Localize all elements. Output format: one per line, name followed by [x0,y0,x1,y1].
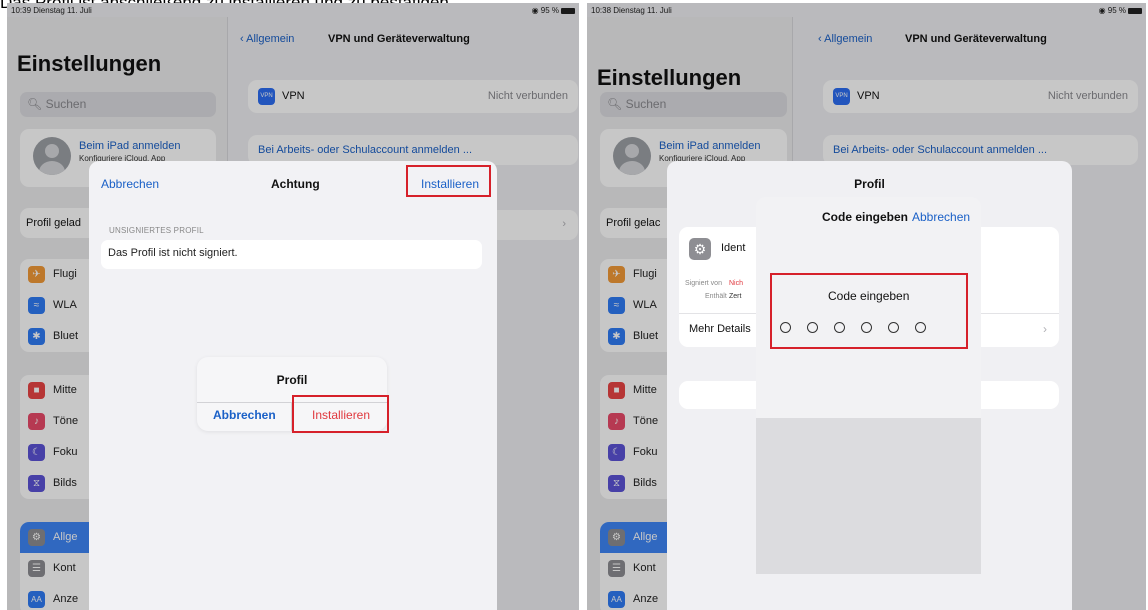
passcode-cancel-button[interactable]: Abbrechen [912,210,970,224]
passcode-sheet: Code eingeben Abbrechen Code eingeben [756,197,981,574]
signed-by-value: Nich [729,280,744,287]
profile-sheet-title: Profil [854,177,885,191]
sheet-cancel-button[interactable]: Abbrechen [101,177,159,191]
highlight-box [406,165,491,197]
section-label: UNSIGNIERTES PROFIL [109,226,204,235]
highlight-box [770,273,968,349]
contains-label: Enthält [705,293,727,300]
more-details-link[interactable]: Mehr Details [689,323,751,335]
signed-by-label: Signiert von [685,280,722,287]
highlight-box [292,395,389,433]
alert-cancel-button[interactable]: Abbrechen [213,408,276,422]
passcode-title: Code eingeben [822,210,909,224]
keyboard-area[interactable] [756,418,981,574]
profile-identity: Ident [721,242,746,254]
left-screenshot: 10:39 Dienstag 11. Juli ◉ 95 % Einstellu… [7,3,579,610]
right-screenshot: 10:38 Dienstag 11. Juli ◉ 95 % Einstellu… [587,3,1146,610]
contains-value: Zert [729,293,742,300]
chevron-right-icon: › [1043,322,1047,336]
sheet-title: Achtung [271,177,320,191]
gear-icon: ⚙ [689,238,711,260]
unsigned-note: Das Profil ist nicht signiert. [101,240,482,269]
alert-title: Profil [276,373,308,387]
